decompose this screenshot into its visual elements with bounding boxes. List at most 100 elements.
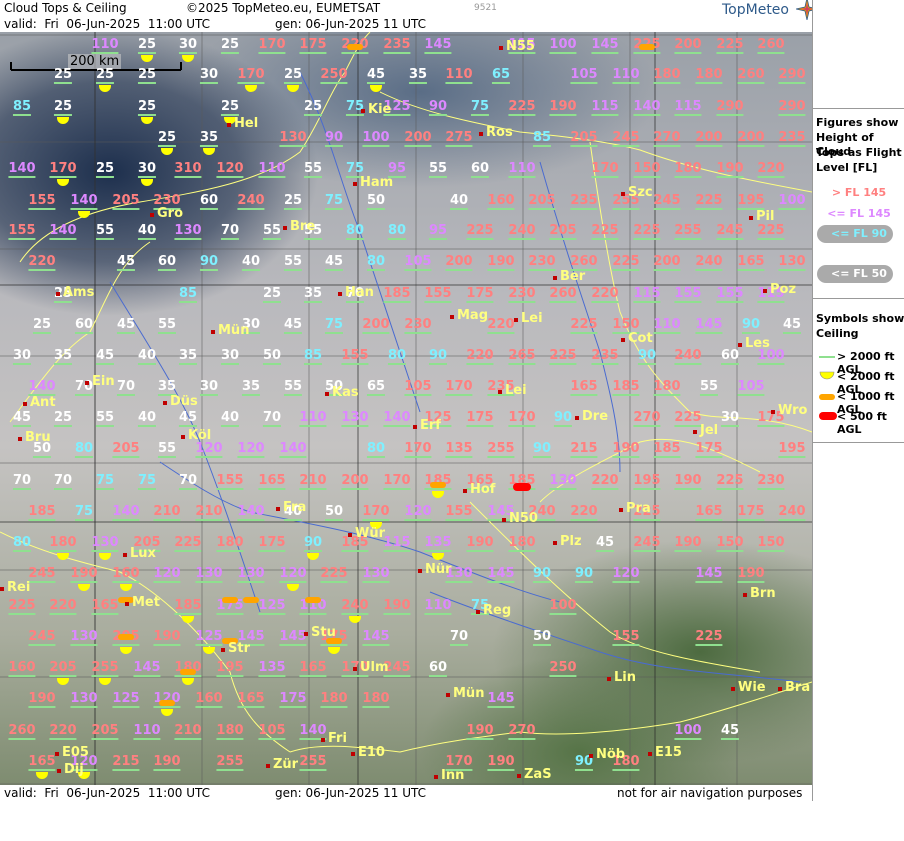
cloud-top-label: 275 xyxy=(445,130,473,147)
cloud-top-label: 100 xyxy=(549,598,577,615)
cloud-top-label: 220 xyxy=(466,348,494,365)
cloud-top-label: 45 xyxy=(595,535,615,552)
city-label: Nöb xyxy=(588,747,626,762)
cloud-top-label: 145 xyxy=(133,660,161,677)
cloud-top-label: 220 xyxy=(570,504,598,521)
cloud-top-label: 35 xyxy=(241,379,261,396)
ceiling-below-1000-icon xyxy=(118,634,134,640)
cloud-top-label: 165 xyxy=(28,754,56,771)
cloud-top-label: 90 xyxy=(428,348,448,365)
cloud-top-label: 155 xyxy=(341,348,369,365)
cloud-top-label: 205 xyxy=(112,441,140,458)
cloud-top-label: 170 xyxy=(591,161,619,178)
cloud-top-label: 25 xyxy=(303,99,323,116)
legend-fl-le145: <= FL 145 xyxy=(827,207,891,220)
cloud-top-label: 170 xyxy=(383,473,411,490)
cloud-top-label: 170 xyxy=(508,410,536,427)
cloud-top-label: 250 xyxy=(549,660,577,677)
cloud-top-label: 170 xyxy=(49,161,77,178)
city-label: Ros xyxy=(479,125,513,140)
city-label: ZaS xyxy=(517,767,552,782)
cloud-top-label: 60 xyxy=(157,254,177,271)
ceiling-orange-icon xyxy=(819,394,835,400)
cloud-top-label: 155 xyxy=(716,286,744,303)
cloud-top-label: 160 xyxy=(195,691,223,708)
cloud-top-label: 90 xyxy=(303,535,323,552)
cloud-top-label: 180 xyxy=(653,379,681,396)
cloud-top-label: 110 xyxy=(508,161,536,178)
cloud-top-label: 55 xyxy=(95,223,115,240)
map-title: Cloud Tops & Ceiling xyxy=(4,1,127,15)
city-label: Les xyxy=(738,336,770,351)
cloud-top-label: 45 xyxy=(283,317,303,334)
cloud-top-label: 110 xyxy=(612,67,640,84)
cloud-top-label: 240 xyxy=(341,598,369,615)
cloud-top-label: 75 xyxy=(137,473,157,490)
cloud-top-label: 225 xyxy=(757,223,785,240)
cloud-top-label: 130 xyxy=(549,473,577,490)
cloud-top-label: 25 xyxy=(220,99,240,116)
cloud-top-label: 155 xyxy=(445,504,473,521)
cloud-top-label: 120 xyxy=(404,504,432,521)
city-label: Mün xyxy=(445,686,485,701)
cloud-top-label: 180 xyxy=(695,67,723,84)
cloud-top-label: 130 xyxy=(70,629,98,646)
cloud-top-label: 220 xyxy=(28,254,56,271)
cloud-top-label: 55 xyxy=(283,379,303,396)
cloud-top-label: 140 xyxy=(8,161,36,178)
cloud-top-label: 155 xyxy=(612,629,640,646)
ceiling-below-1000-icon xyxy=(305,597,321,603)
cloud-top-label: 210 xyxy=(299,473,327,490)
city-label: Szc xyxy=(621,185,653,200)
cloud-top-label: 140 xyxy=(383,410,411,427)
city-label: Cot xyxy=(621,331,653,346)
cloud-top-label: 65 xyxy=(491,67,511,84)
cloud-top-label: 190 xyxy=(674,473,702,490)
id-number: 9521 xyxy=(474,3,497,13)
cloud-top-label: 185 xyxy=(174,598,202,615)
city-label: Stu xyxy=(304,625,336,640)
cloud-top-label: 225 xyxy=(591,223,619,240)
cloud-top-label: 25 xyxy=(157,130,177,147)
cloud-top-label: 270 xyxy=(653,130,681,147)
footer-row: valid: Fri 06-Jun-2025 11:00 UTC gen: 06… xyxy=(0,785,904,801)
cloud-top-label: 190 xyxy=(487,754,515,771)
cloud-top-label: 35 xyxy=(178,348,198,365)
cloud-top-label: 190 xyxy=(549,99,577,116)
cloud-top-label: 145 xyxy=(591,37,619,54)
cloud-top-label: 125 xyxy=(112,691,140,708)
cloud-top-label: 80 xyxy=(345,223,365,240)
legend-panel: Figures show Height of Cloud Tops as Fli… xyxy=(812,0,904,801)
cloud-top-label: 245 xyxy=(716,223,744,240)
cloud-top-label: 205 xyxy=(49,660,77,677)
city-label: Pra xyxy=(619,501,651,516)
city-label: N50 xyxy=(502,511,538,526)
cloud-top-label: 225 xyxy=(8,598,36,615)
cloud-top-label: 190 xyxy=(153,754,181,771)
cloud-top-label: 90 xyxy=(199,254,219,271)
cloud-top-label: 185 xyxy=(612,379,640,396)
city-label: Ulm xyxy=(353,660,389,675)
cloud-top-label: 115 xyxy=(674,99,702,116)
cloud-top-label: 145 xyxy=(487,566,515,583)
cloud-top-label: 160 xyxy=(8,660,36,677)
cloud-map[interactable]: 200 km 110253025170175220235145115100145… xyxy=(0,32,812,785)
cloud-top-label: 45 xyxy=(12,410,32,427)
city-label: Met xyxy=(125,595,160,610)
cloud-top-label: 155 xyxy=(424,286,452,303)
cloud-top-label: 30 xyxy=(199,379,219,396)
cloud-top-label: 100 xyxy=(674,723,702,740)
city-label: Jel xyxy=(692,423,719,438)
cloud-top-label: 180 xyxy=(508,535,536,552)
cloud-top-label: 55 xyxy=(303,161,323,178)
cloud-top-label: 230 xyxy=(528,254,556,271)
city-label: Lei xyxy=(514,311,543,326)
cloud-top-label: 225 xyxy=(633,223,661,240)
cloud-top-label: 200 xyxy=(404,130,432,147)
cloud-top-label: 150 xyxy=(757,535,785,552)
cloud-top-label: 60 xyxy=(199,193,219,210)
cloud-top-label: 140 xyxy=(28,379,56,396)
legend-fl-le90: <= FL 90 xyxy=(831,227,887,240)
cloud-top-label: 130 xyxy=(174,223,202,240)
cloud-top-label: 40 xyxy=(220,410,240,427)
